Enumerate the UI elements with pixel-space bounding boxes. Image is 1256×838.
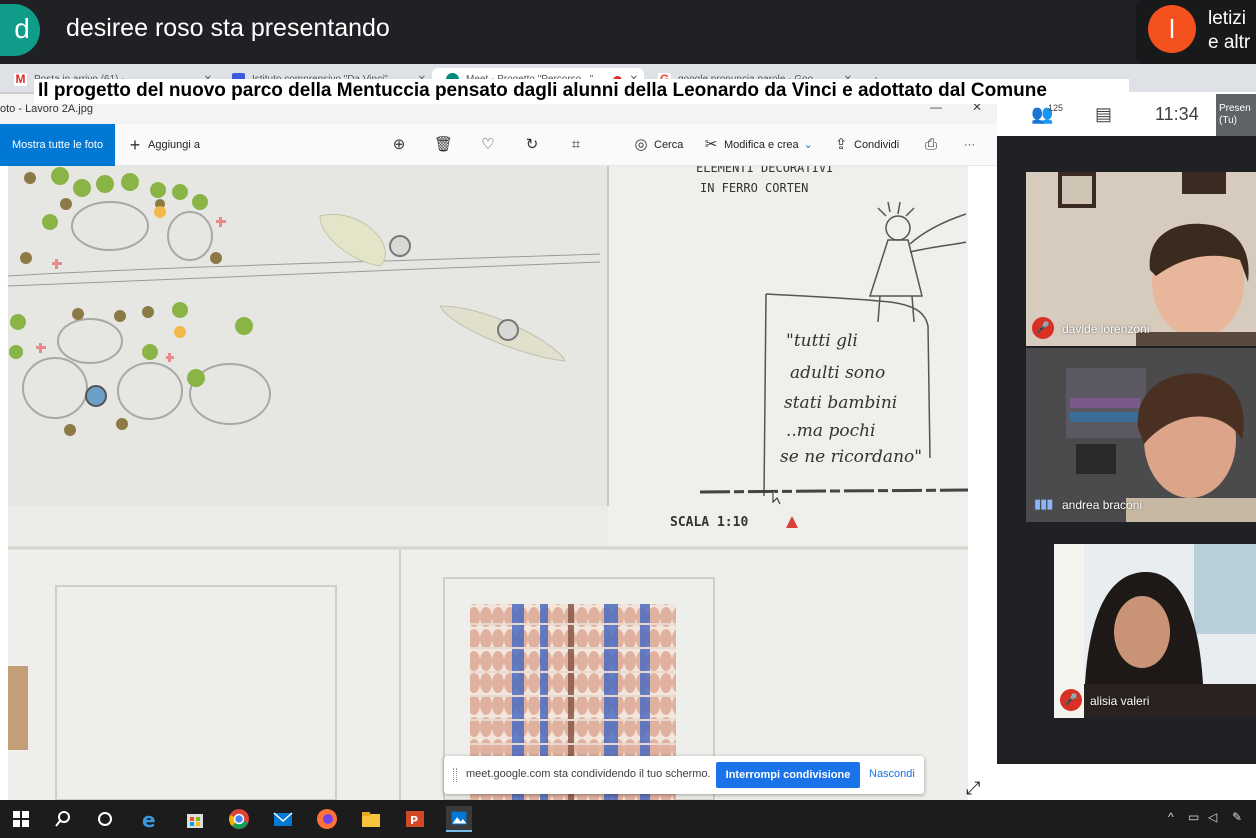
search-button[interactable]: ◎ Cerca bbox=[632, 124, 683, 166]
quote-line: stati bambini bbox=[784, 393, 897, 413]
participant-avatar: l bbox=[1148, 5, 1196, 53]
search-label: Cerca bbox=[654, 139, 684, 151]
edit-icon: ✂ bbox=[704, 136, 718, 154]
presenter-status-text: desiree roso sta presentando bbox=[66, 14, 390, 42]
trash-icon: 🗑 bbox=[434, 136, 454, 154]
network-icon[interactable]: ▭ bbox=[1188, 810, 1199, 824]
drawing-scale-label: SCALA 1:10 bbox=[670, 515, 748, 530]
meet-presenter-bar: d desiree roso sta presentando l letizi … bbox=[0, 0, 1256, 64]
svg-text:e: e bbox=[142, 808, 156, 832]
speaking-indicator-icon: ▮▮▮ bbox=[1034, 496, 1053, 511]
participant-corner-card[interactable]: l letizi e altr bbox=[1136, 0, 1256, 64]
favorite-button[interactable]: ♡ bbox=[479, 124, 501, 166]
drawing-header-line1: ELEMENTI DECORATIVI bbox=[696, 166, 833, 175]
people-count: 125 bbox=[1048, 103, 1064, 113]
edit-create-label: Modifica e crea bbox=[724, 139, 799, 151]
share-icon: ⇪ bbox=[834, 136, 848, 154]
stop-sharing-button[interactable]: Interrompi condivisione bbox=[716, 762, 860, 788]
windows-taskbar: e P ^ ▭ ◁ ✎ bbox=[0, 800, 1256, 838]
edit-create-button[interactable]: ✂ Modifica e crea ⌄ bbox=[702, 124, 813, 166]
show-all-photos-button[interactable]: Mostra tutte le foto bbox=[0, 124, 115, 166]
windows-start-icon[interactable] bbox=[8, 806, 34, 832]
print-button[interactable]: ⎙ bbox=[922, 124, 944, 166]
pen-icon[interactable]: ✎ bbox=[1232, 810, 1242, 824]
participant-video bbox=[1026, 348, 1256, 522]
zoom-button[interactable]: ⊕ bbox=[390, 124, 412, 166]
presenter-avatar: d bbox=[0, 4, 40, 56]
quote-line: "tutti gli bbox=[786, 331, 858, 351]
participant-name: davide lorenzoni bbox=[1062, 322, 1150, 336]
news-headline: Il progetto del nuovo parco della Mentuc… bbox=[34, 79, 1129, 104]
participant-others-line: e altr bbox=[1208, 32, 1251, 53]
screen: d desiree roso sta presentando l letizi … bbox=[0, 0, 1256, 838]
participant-video bbox=[1054, 544, 1256, 718]
rotate-button[interactable]: ↻ bbox=[523, 124, 545, 166]
quote-line: ..ma pochi bbox=[786, 421, 876, 441]
search-icon[interactable] bbox=[50, 806, 76, 832]
gmail-icon: M bbox=[14, 72, 27, 86]
chat-icon[interactable]: ▤ bbox=[1095, 104, 1112, 125]
more-options-button[interactable]: ··· bbox=[964, 124, 975, 166]
mail-icon[interactable] bbox=[270, 806, 296, 832]
participant-tile[interactable]: 🎤 davide lorenzoni bbox=[1026, 172, 1256, 346]
share-label: Condividi bbox=[854, 139, 900, 151]
rotate-icon: ↻ bbox=[525, 136, 539, 154]
present-you-label: (Tu) bbox=[1219, 115, 1237, 126]
plus-icon: + bbox=[129, 135, 141, 156]
crop-icon: ⌗ bbox=[571, 136, 581, 154]
add-to-label: Aggiungi a bbox=[148, 139, 200, 151]
mic-off-icon: 🎤 bbox=[1032, 317, 1054, 339]
participant-name-line: letizi bbox=[1208, 8, 1247, 29]
edge-browser-icon[interactable]: e bbox=[138, 806, 164, 832]
participant-name: alisia valeri bbox=[1090, 694, 1150, 708]
chevron-up-icon[interactable]: ^ bbox=[1168, 810, 1174, 824]
share-notice-message: meet.google.com sta condividendo il tuo … bbox=[466, 768, 711, 780]
present-now-button[interactable]: Presen (Tu) bbox=[1216, 94, 1256, 136]
firefox-icon[interactable] bbox=[314, 806, 340, 832]
zoom-in-icon: ⊕ bbox=[392, 136, 406, 154]
search-lens-icon: ◎ bbox=[634, 136, 648, 154]
drag-handle-icon[interactable] bbox=[453, 768, 457, 782]
share-button[interactable]: ⇪ Condividi bbox=[832, 124, 900, 166]
participant-video bbox=[1026, 172, 1256, 346]
participant-tile[interactable]: ▮▮▮ andrea braconi bbox=[1026, 348, 1256, 522]
quote-line: se ne ricordano" bbox=[780, 447, 922, 467]
present-label: Presen bbox=[1219, 103, 1251, 114]
task-view-icon[interactable] bbox=[92, 806, 118, 832]
screen-share-notification: meet.google.com sta condividendo il tuo … bbox=[444, 756, 924, 794]
crop-button[interactable]: ⌗ bbox=[567, 124, 589, 166]
photos-app-icon[interactable] bbox=[446, 806, 472, 832]
powerpoint-icon[interactable]: P bbox=[402, 806, 428, 832]
print-icon: ⎙ bbox=[924, 136, 937, 154]
heart-icon: ♡ bbox=[481, 136, 495, 154]
expand-icon[interactable]: ⤢ bbox=[966, 778, 980, 799]
chevron-down-icon: ⌄ bbox=[803, 139, 813, 151]
participant-grid: 🎤 davide lorenzoni ▮▮▮ andrea braconi 🎤 … bbox=[997, 136, 1256, 764]
svg-text:P: P bbox=[410, 814, 418, 827]
chrome-icon[interactable] bbox=[226, 806, 252, 832]
photos-window-title: oto - Lavoro 2A.jpg bbox=[0, 103, 93, 115]
mic-off-icon: 🎤 bbox=[1060, 689, 1082, 711]
hide-notice-button[interactable]: Nascondi bbox=[869, 768, 915, 780]
delete-button[interactable]: 🗑 bbox=[434, 124, 456, 166]
quote-line: adulti sono bbox=[790, 363, 885, 383]
photos-app-window: oto - Lavoro 2A.jpg — ✕ Mostra tutte le … bbox=[0, 94, 997, 800]
participant-name: andrea braconi bbox=[1062, 498, 1143, 512]
participant-tile[interactable]: 🎤 alisia valeri bbox=[1054, 544, 1256, 718]
meeting-clock: 11:34 bbox=[1155, 104, 1199, 124]
drawing-header-line2: IN FERRO CORTEN bbox=[700, 181, 808, 195]
photos-toolbar: Mostra tutte le foto + Aggiungi a ⊕ 🗑 ♡ ↻… bbox=[0, 124, 997, 166]
file-explorer-icon[interactable] bbox=[358, 806, 384, 832]
shared-screen: M Posta in arrivo (61) - ... ✕ Istituto … bbox=[0, 64, 1256, 800]
add-to-button[interactable]: + Aggiungi a bbox=[126, 124, 200, 166]
volume-icon[interactable]: ◁ bbox=[1208, 810, 1217, 824]
meet-panel-footer bbox=[997, 764, 1256, 800]
photo-viewer-canvas: ELEMENTI DECORATIVI IN FERRO CORTEN "tut… bbox=[0, 166, 997, 800]
store-icon[interactable] bbox=[182, 806, 208, 832]
park-project-drawing: ELEMENTI DECORATIVI IN FERRO CORTEN "tut… bbox=[7, 166, 969, 800]
